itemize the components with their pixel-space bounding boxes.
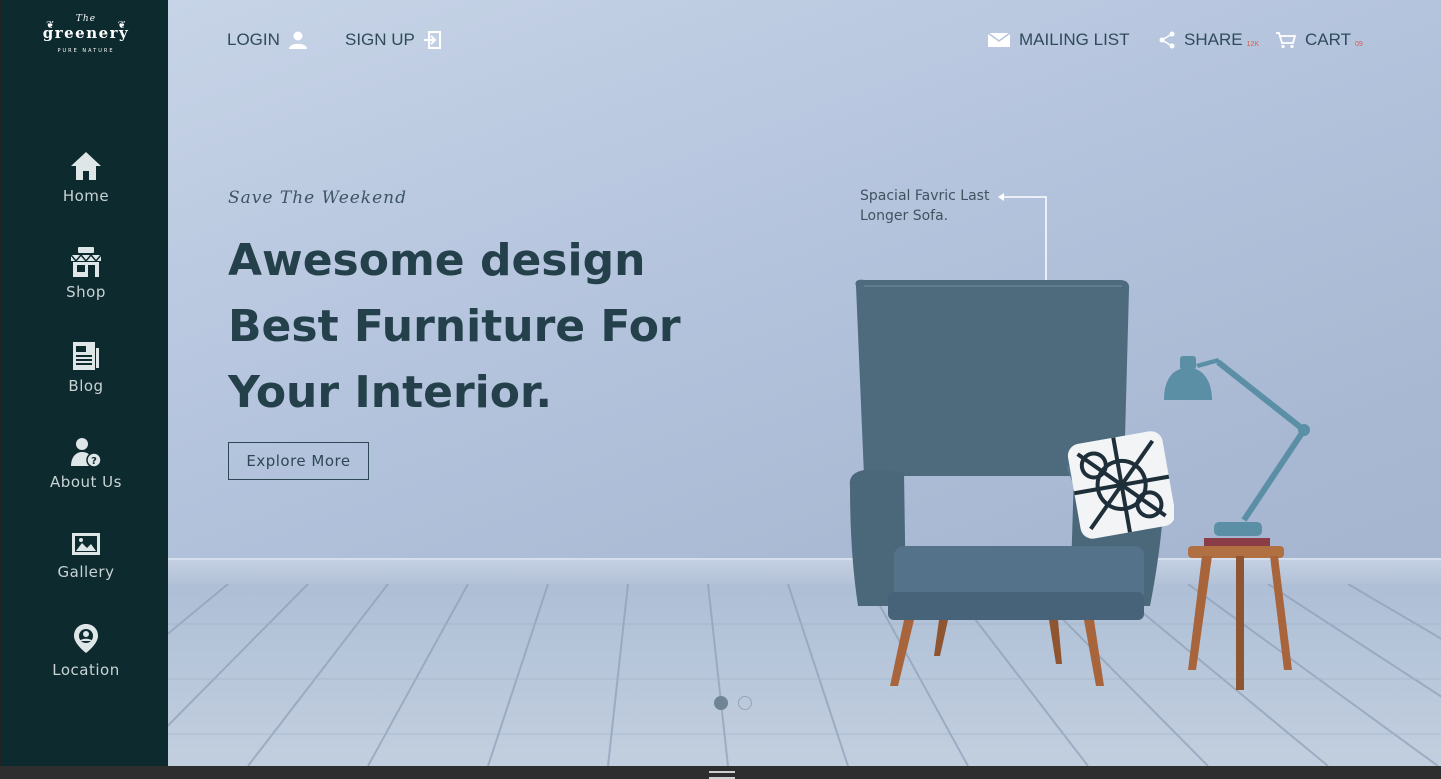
sign-in-icon [423,31,441,49]
cart-label: CART [1305,30,1351,49]
user-icon [288,31,307,49]
svg-text:?: ? [91,456,97,467]
mailing-list-label: MAILING LIST [1019,30,1130,49]
sidebar-item-location[interactable]: Location [2,622,170,679]
share-icon [1159,31,1175,49]
sidebar-item-shop[interactable]: Shop [2,246,170,301]
share-label: SHARE [1184,30,1243,49]
brand-tagline: PURE NATURE [57,48,115,54]
leaf-icon: ❦ [117,20,126,31]
signup-link[interactable]: SIGN UP [345,30,441,50]
sidebar-item-label: About Us [50,473,122,491]
cart-icon [1276,32,1297,49]
sidebar-item-blog[interactable]: Blog [2,340,170,395]
leaf-icon: ❦ [46,20,55,31]
sidebar-item-label: Home [62,187,110,205]
callout-line: Spacial Favric Last [860,188,990,204]
product-callout: Spacial Favric Last Longer Sofa. [860,186,989,226]
headline-line: Your Interior. [228,367,553,418]
sidebar-item-gallery[interactable]: Gallery [2,528,170,581]
armchair-image [849,279,1174,686]
slider-pagination [714,696,752,710]
menu-handle-icon[interactable] [709,771,735,779]
about-us-icon: ? [71,438,102,468]
headline-line: Awesome design [228,235,646,286]
cart-count-badge: 09 [1354,40,1363,48]
sidebar: ❦ The ❦ greenery PURE NATURE Home Shop B… [0,0,168,766]
sidebar-item-label: Gallery [57,563,115,581]
bottom-bar [0,766,1441,779]
home-icon [71,152,101,180]
hero-headline: Awesome design Best Furniture For Your I… [228,228,728,426]
hero-section: LOGIN SIGN UP MAILING LIST SHARE 12K CAR… [168,0,1441,766]
sidebar-item-home[interactable]: Home [2,150,170,205]
signup-label: SIGN UP [345,30,415,49]
hero-subtitle: Save The Weekend [228,188,408,208]
headline-line: Best Furniture For [228,301,681,352]
share-count-badge: 12K [1246,40,1260,48]
lamp-and-table-image [1164,356,1310,690]
callout-line: Longer Sofa. [860,208,949,224]
sidebar-item-about-us[interactable]: ? About Us [2,436,170,491]
explore-more-button[interactable]: Explore More [228,442,369,480]
cart-link[interactable]: CART 09 [1275,30,1363,50]
sidebar-item-label: Blog [68,377,104,395]
envelope-icon [987,32,1011,47]
slide-dot-active[interactable] [714,696,728,710]
gallery-icon [72,533,100,555]
sidebar-item-label: Shop [66,283,106,301]
shop-icon [70,247,102,277]
slide-dot[interactable] [738,696,752,710]
sidebar-item-label: Location [52,661,120,679]
mailing-list-link[interactable]: MAILING LIST [987,30,1130,50]
login-label: LOGIN [227,30,280,49]
brand-logo[interactable]: ❦ The ❦ greenery PURE NATURE [30,14,142,66]
blog-icon [73,342,99,370]
share-link[interactable]: SHARE 12K [1158,30,1259,50]
login-link[interactable]: LOGIN [227,30,308,50]
location-icon [74,624,98,653]
